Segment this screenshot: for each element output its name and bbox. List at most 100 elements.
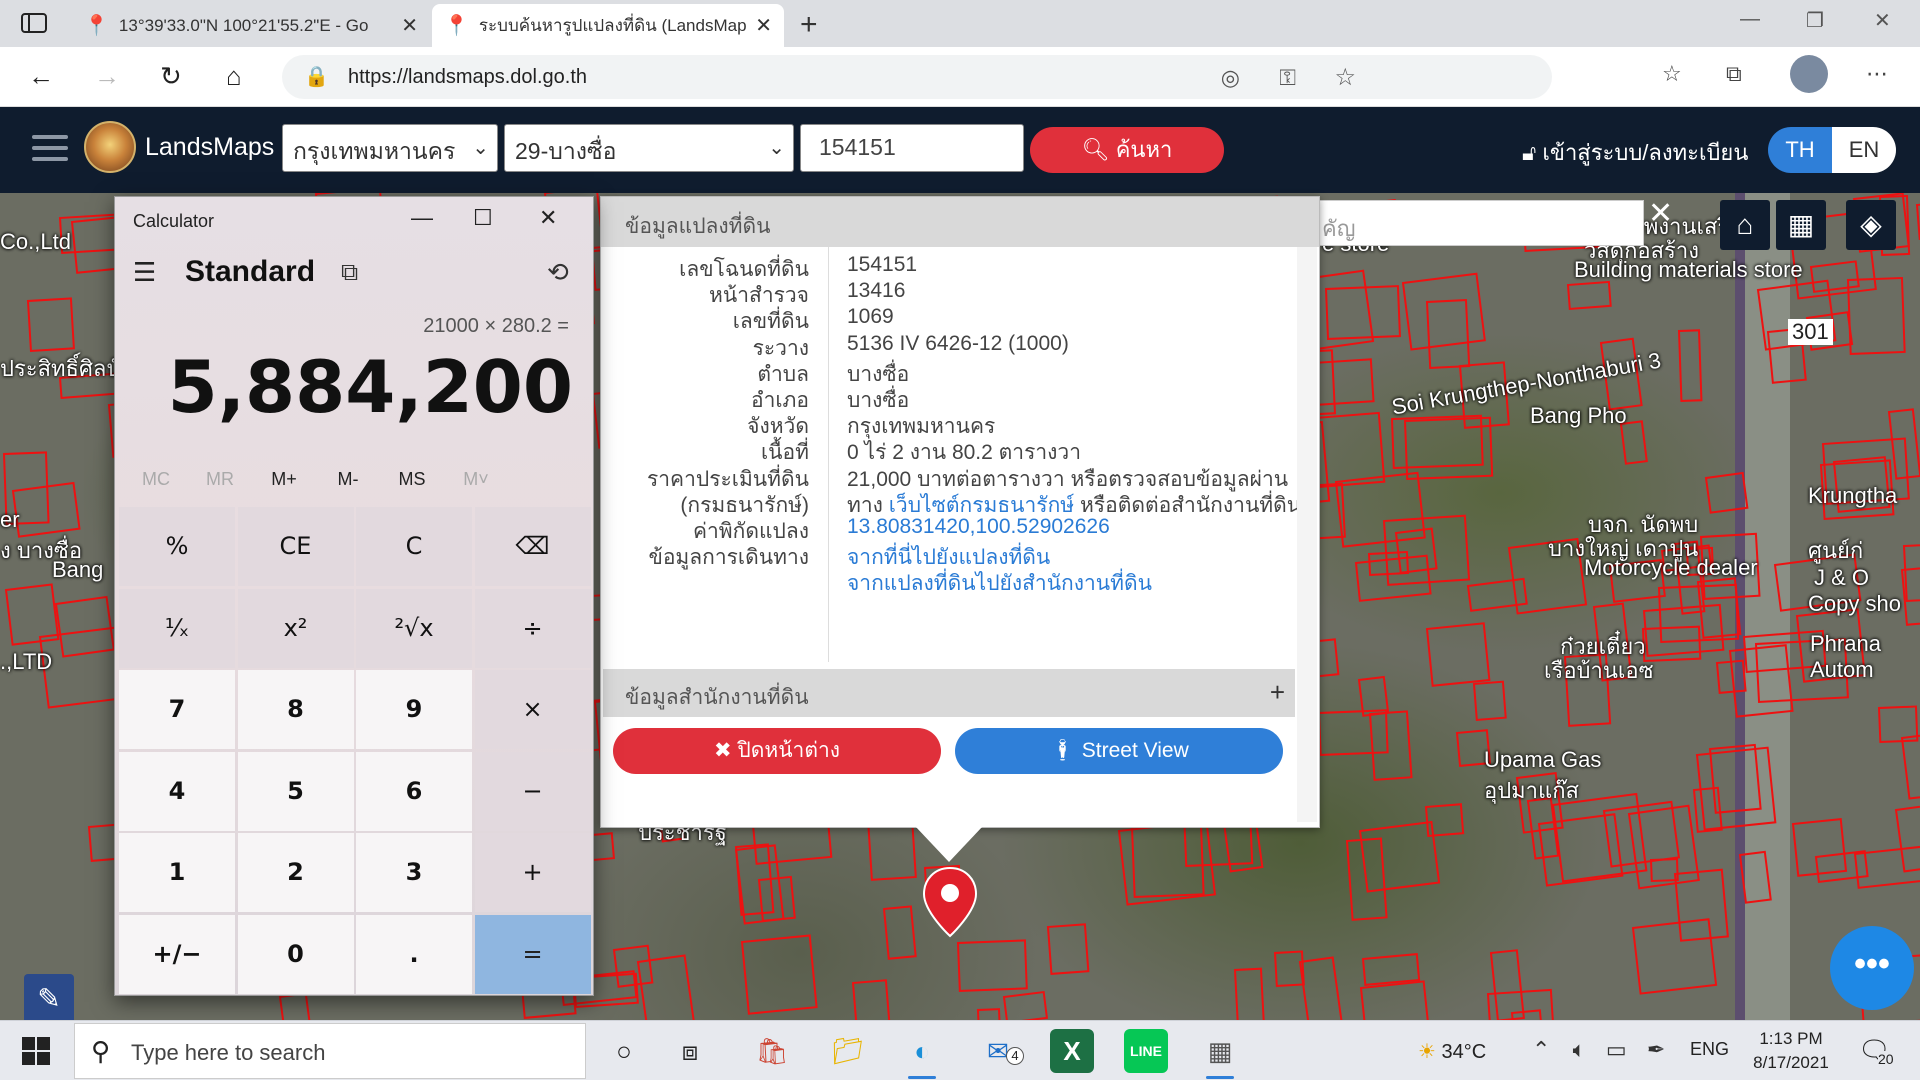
chevron-up-icon[interactable]: ⌃ (1532, 1037, 1550, 1062)
tab-landsmaps[interactable]: 📍 ระบบค้นหารูปแปลงที่ดิน (LandsMaps ✕ (432, 4, 784, 47)
deed-number-input[interactable]: 154151 (800, 124, 1024, 172)
edge-icon[interactable]: ◐ (900, 1029, 944, 1079)
calculator-key[interactable]: 3 (356, 833, 472, 912)
excel-icon[interactable]: X (1050, 1029, 1094, 1073)
calculator-taskbar-icon[interactable]: ▦ (1198, 1029, 1242, 1079)
calculator-key[interactable]: ¹⁄ₓ (119, 588, 235, 668)
calculator-key[interactable]: x² (237, 588, 354, 668)
add-favorite-icon[interactable]: ☆ (1334, 63, 1356, 92)
calculator-key[interactable]: 0 (237, 914, 354, 994)
calculator-key[interactable]: = (474, 914, 591, 994)
calculator-key[interactable]: ²√x (356, 588, 472, 668)
task-view-icon[interactable]: ⧈ (668, 1029, 712, 1073)
new-tab-button[interactable]: + (800, 8, 818, 42)
close-icon[interactable]: ✕ (1648, 196, 1673, 231)
minimize-button[interactable]: — (1740, 8, 1760, 31)
measure-tool-icon[interactable]: ✎ (24, 974, 74, 1020)
menu-icon[interactable] (32, 135, 68, 163)
battery-icon[interactable]: ▭ (1606, 1037, 1627, 1062)
calculator-key[interactable]: ÷ (474, 588, 591, 668)
more-icon[interactable]: ⋯ (1866, 61, 1888, 87)
calculator-key[interactable]: 9 (356, 670, 472, 749)
calculator-key[interactable]: 2 (237, 833, 354, 912)
calculator-key[interactable]: ⌫ (474, 507, 591, 586)
calculator-key[interactable]: +/− (119, 914, 235, 994)
forward-icon[interactable]: → (94, 61, 120, 92)
calculator-key[interactable]: 8 (237, 670, 354, 749)
layers-icon[interactable]: ◈ (1846, 200, 1896, 250)
calculator-key[interactable]: × (474, 670, 591, 749)
calculator-key[interactable]: 5 (237, 751, 354, 831)
popup-scrollbar[interactable] (1297, 247, 1317, 822)
location-icon[interactable]: ◎ (1221, 65, 1240, 91)
file-explorer-icon[interactable]: 📁︎ (826, 1029, 870, 1073)
expand-icon[interactable]: + (1270, 677, 1285, 708)
tab-actions-icon[interactable] (20, 12, 48, 34)
google-maps-pin-icon: 📍 (84, 15, 109, 37)
tab-close-icon[interactable]: ✕ (401, 13, 418, 38)
lock-icon[interactable]: 🔒 (304, 64, 329, 89)
calculator-key[interactable]: 1 (119, 833, 235, 912)
store-icon[interactable]: 🛍︎ (750, 1029, 794, 1073)
back-icon[interactable]: ← (28, 61, 54, 92)
map-label: Co.,Ltd (0, 229, 71, 254)
row-link[interactable]: จากแปลงที่ดินไปยังสำนักงานที่ดิน (847, 567, 1152, 600)
cortana-icon[interactable]: ○ (602, 1029, 646, 1073)
system-tray[interactable]: ⌃ 🔈︎ ▭ ✒︎ (1532, 1037, 1665, 1063)
calculator-key[interactable]: CE (237, 507, 354, 586)
navigation-menu-icon[interactable]: ☰ (133, 257, 156, 288)
memory-button[interactable]: M˅ (437, 469, 515, 490)
login-link[interactable]: 🔓︎ เข้าสู่ระบบ/ลงทะเบียน (1522, 135, 1748, 170)
mail-icon[interactable]: ✉ 4 (976, 1029, 1024, 1073)
volume-icon[interactable]: 🔈︎ (1573, 1037, 1586, 1062)
calculator-key[interactable]: % (119, 507, 235, 586)
restore-button[interactable]: ❐ (1806, 8, 1824, 33)
tab-google-maps[interactable]: 📍 13°39'33.0"N 100°21'55.2"E - Go ✕ (72, 4, 430, 47)
profile-avatar[interactable] (1790, 55, 1828, 93)
treasury-website-link[interactable]: เว็บไซต์กรมธนารักษ์ (889, 494, 1074, 517)
calculator-key[interactable]: + (474, 833, 591, 912)
calculator-key[interactable]: 4 (119, 751, 235, 831)
weather-widget[interactable]: ☀︎ 34°C (1418, 1039, 1486, 1064)
favorites-icon[interactable]: ☆ (1662, 61, 1682, 87)
weather-icon: ☀︎ (1418, 1041, 1436, 1063)
keep-on-top-icon[interactable]: ⧉ (341, 259, 358, 287)
calculator-key[interactable]: 7 (119, 670, 235, 749)
close-popup-button[interactable]: ✖ ปิดหน้าต่าง (613, 728, 941, 774)
pen-icon[interactable]: ✒︎ (1647, 1037, 1665, 1062)
calculator-key[interactable]: 6 (356, 751, 472, 831)
street-view-button[interactable]: 🕴︎ Street View (955, 728, 1283, 774)
district-select[interactable]: 29-บางซื่อ ⌄ (504, 124, 794, 172)
tab-close-icon[interactable]: ✕ (755, 13, 772, 38)
clock[interactable]: 1:13 PM 8/17/2021 (1746, 1027, 1836, 1075)
lang-th-button[interactable]: TH (1768, 127, 1832, 173)
input-language[interactable]: ENG (1690, 1039, 1729, 1060)
popup-body: เลขโฉนดที่ดิน 154151 หน้าสำรวจ 13416 เลขที่ด… (601, 247, 1301, 662)
chat-button[interactable]: ••• (1830, 926, 1914, 1010)
land-office-section[interactable]: ข้อมูลสำนักงานที่ดิน + (603, 669, 1295, 717)
collections-icon[interactable]: ⧉ (1726, 61, 1742, 87)
line-icon[interactable]: LINE (1124, 1029, 1168, 1073)
popup-pointer (915, 826, 983, 862)
search-button[interactable]: 🔍︎ ค้นหา (1030, 127, 1224, 173)
calculator-minimize-button[interactable]: — (411, 205, 433, 231)
close-window-button[interactable]: ✕ (1874, 8, 1891, 33)
home-map-icon[interactable]: ⌂ (1720, 200, 1770, 250)
calculator-key[interactable]: − (474, 751, 591, 831)
province-select[interactable]: กรุงเทพมหานคร ⌄ (282, 124, 498, 172)
row-link[interactable]: 13.80831420,100.52902626 (847, 515, 1110, 539)
calculator-maximize-button[interactable]: ☐ (473, 205, 493, 231)
parcel-pin-icon[interactable] (922, 866, 978, 938)
taskbar-search-box[interactable]: ⚲ Type here to search (74, 1023, 586, 1079)
key-icon[interactable]: ⚿ (1279, 65, 1296, 91)
calculator-key[interactable]: C (356, 507, 472, 586)
lang-en-button[interactable]: EN (1832, 127, 1896, 173)
refresh-icon[interactable]: ↻ (160, 61, 182, 92)
grid-icon[interactable]: ▦ (1776, 200, 1826, 250)
calculator-close-button[interactable]: ✕ (539, 205, 557, 231)
calculator-key[interactable]: . (356, 914, 472, 994)
windows-start-icon[interactable] (22, 1037, 50, 1065)
home-icon[interactable]: ⌂ (226, 61, 242, 92)
history-icon[interactable]: ⟲ (547, 257, 569, 288)
url-field[interactable]: 🔒 https://landsmaps.dol.go.th ◎ ⚿ ☆ (282, 55, 1552, 99)
